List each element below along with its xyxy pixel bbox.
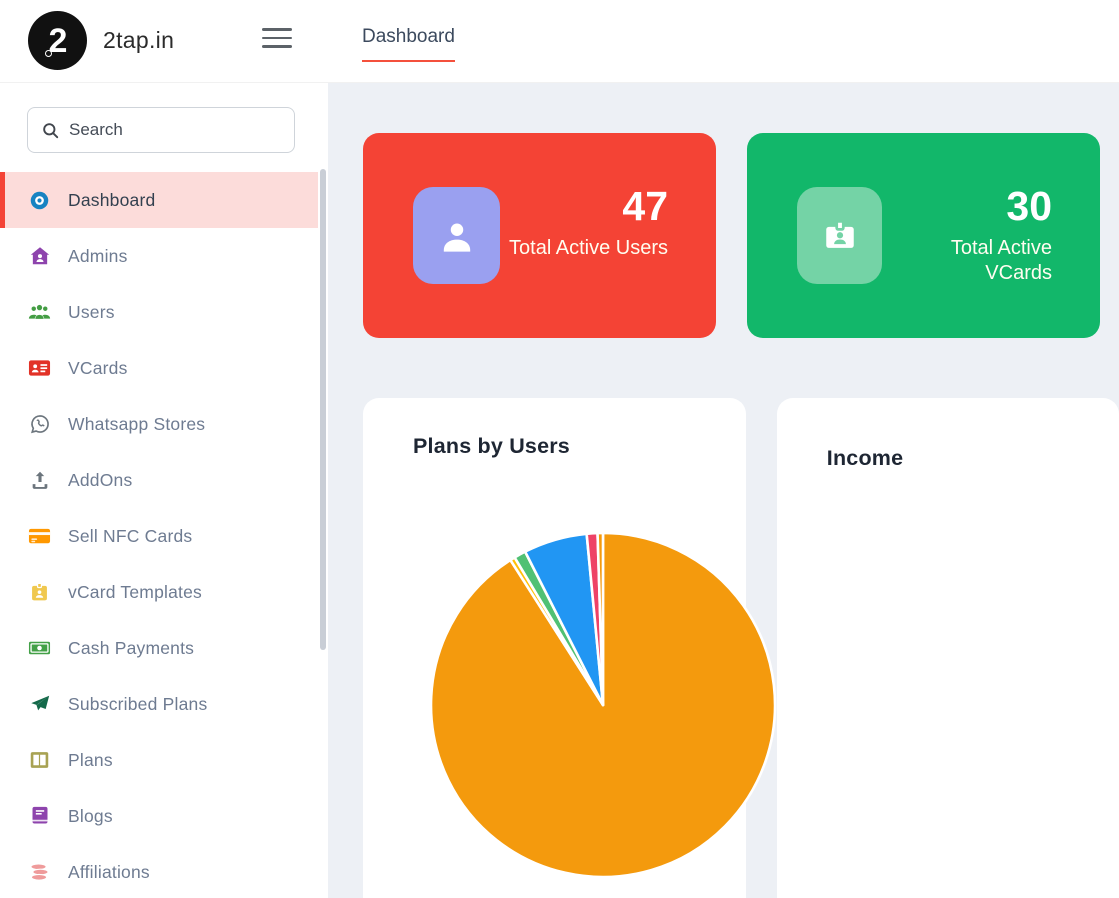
dashboard-disc-icon [28,189,51,212]
sidebar-item-label: Admins [68,246,128,267]
sidebar-item-label: AddOns [68,470,132,491]
sidebar-item-label: Plans [68,750,113,771]
sidebar-item-admins[interactable]: Admins [0,228,328,284]
book-icon [28,805,51,828]
sidebar-item-label: VCards [68,358,128,379]
badge-icon [28,581,51,604]
sidebar-item-label: Affiliations [68,862,150,883]
sidebar-item-label: Subscribed Plans [68,694,207,715]
stat-card-total-active-vcards: 30 Total Active VCards [747,133,1100,338]
credit-card-icon [28,525,51,548]
sidebar-item-blogs[interactable]: Blogs [0,788,328,844]
paper-plane-icon [28,693,51,716]
sidebar-item-dashboard[interactable]: Dashboard [0,172,318,228]
search-icon [41,121,60,140]
users-group-icon [28,301,51,324]
columns-icon [28,749,51,772]
sidebar-item-users[interactable]: Users [0,284,328,340]
whatsapp-icon [28,413,51,436]
menu-toggle-button[interactable] [262,26,292,50]
admin-home-icon [28,245,51,268]
sidebar-item-label: Sell NFC Cards [68,526,192,547]
plans-by-users-card: Plans by Users [363,398,746,898]
id-card-icon [28,357,51,380]
sidebar: Dashboard Admins Users VCards Whatsapp Store… [0,84,328,898]
person-icon [413,187,500,284]
sidebar-item-label: Dashboard [68,190,155,211]
brand-logo[interactable]: 2 2tap.in [28,11,174,70]
sidebar-item-label: Whatsapp Stores [68,414,205,435]
search-box [27,107,295,153]
income-card: Income [777,398,1119,898]
sidebar-item-affiliations[interactable]: Affiliations [0,844,328,898]
card-title-income: Income [827,446,1119,471]
sidebar-item-addons[interactable]: AddOns [0,452,328,508]
main-content: 47 Total Active Users 30 Total Active VC… [328,83,1119,898]
stat-value: 47 [509,183,668,230]
stat-label: Total Active Users [509,236,668,261]
sidebar-item-label: Cash Payments [68,638,194,659]
brand-logo-icon: 2 [28,11,87,70]
stat-label: Total Active VCards [882,236,1052,286]
sidebar-item-vcards[interactable]: VCards [0,340,328,396]
id-badge-icon [797,187,882,284]
stat-value: 30 [882,183,1052,230]
sidebar-menu: Dashboard Admins Users VCards Whatsapp Store… [0,172,328,898]
upload-icon [28,469,51,492]
cash-icon [28,637,51,660]
stat-card-total-active-users: 47 Total Active Users [363,133,716,338]
app-window: 2 2tap.in Dashboard Dashboard Admins Users… [0,0,1119,898]
stats-row: 47 Total Active Users 30 Total Active VC… [363,133,1119,338]
sidebar-item-label: Blogs [68,806,113,827]
sidebar-scrollbar[interactable] [320,169,326,650]
card-title-plans-by-users: Plans by Users [413,434,746,459]
sidebar-item-whatsapp-stores[interactable]: Whatsapp Stores [0,396,328,452]
search-input[interactable] [69,120,259,140]
sidebar-item-plans[interactable]: Plans [0,732,328,788]
sidebar-item-vcard-templates[interactable]: vCard Templates [0,564,328,620]
sidebar-item-cash-payments[interactable]: Cash Payments [0,620,328,676]
coins-icon [28,861,51,884]
sidebar-item-label: Users [68,302,115,323]
sidebar-item-sell-nfc-cards[interactable]: Sell NFC Cards [0,508,328,564]
sidebar-item-label: vCard Templates [68,582,202,603]
cards-row: Plans by Users Income [363,398,1119,898]
plans-by-users-pie-chart[interactable] [425,527,781,883]
brand-name: 2tap.in [103,27,174,54]
sidebar-item-subscribed-plans[interactable]: Subscribed Plans [0,676,328,732]
app-header: 2 2tap.in Dashboard [0,0,1119,83]
tab-dashboard[interactable]: Dashboard [362,26,455,62]
